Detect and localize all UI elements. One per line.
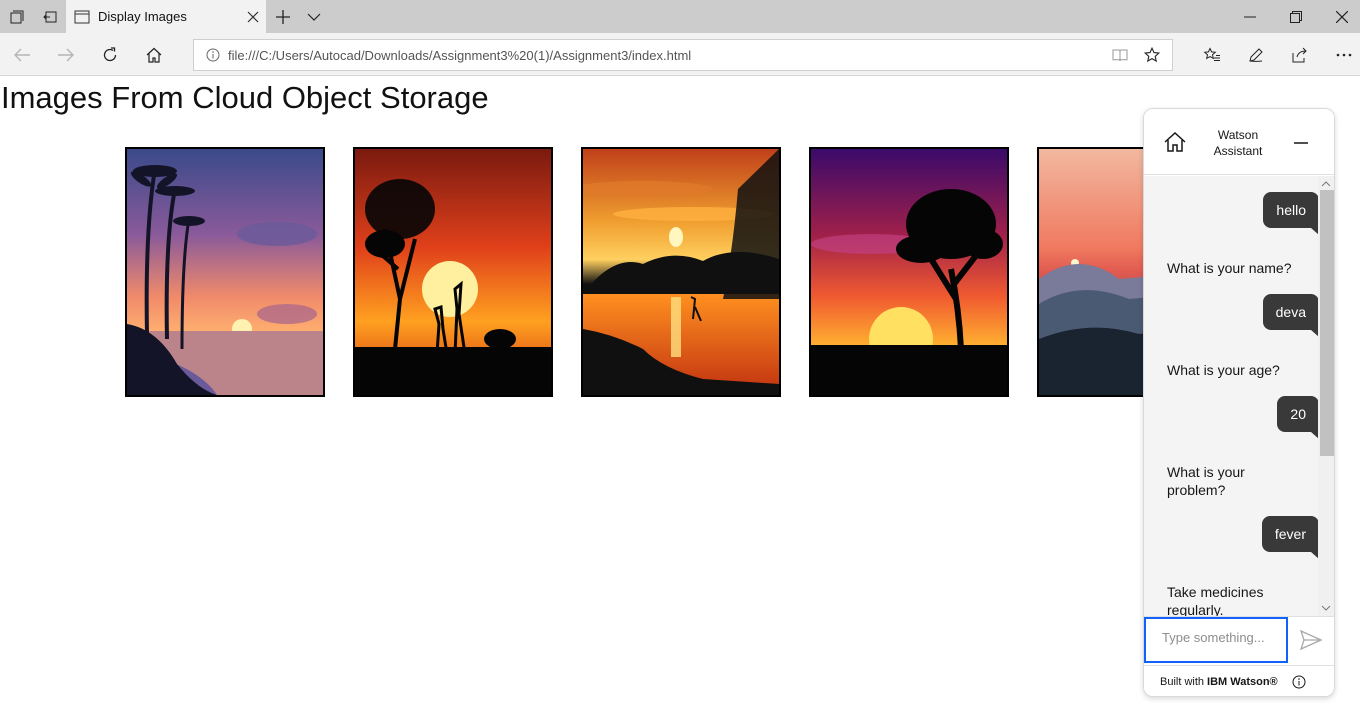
chat-title: Watson Assistant [1206,127,1270,159]
refresh-icon[interactable] [88,33,132,76]
home-icon[interactable] [132,33,176,76]
chevron-down-icon[interactable] [300,0,328,33]
minimize-window-icon[interactable] [1228,0,1272,33]
image-purple-sunset-tree [809,147,1009,397]
scroll-up-icon[interactable] [1318,178,1334,190]
pen-icon[interactable] [1234,33,1278,76]
browser-nav-bar: file:///C:/Users/Autocad/Downloads/Assig… [0,33,1360,76]
share-icon[interactable] [1278,33,1322,76]
image-lake-sunset [581,147,781,397]
page-icon [74,10,90,23]
chat-input-area: Type something... [1144,616,1334,664]
scroll-down-icon[interactable] [1318,602,1334,614]
address-bar[interactable]: file:///C:/Users/Autocad/Downloads/Assig… [193,39,1173,71]
url-text[interactable]: file:///C:/Users/Autocad/Downloads/Assig… [228,48,1112,63]
user-message: hello [1263,192,1319,235]
home-icon[interactable] [1162,129,1188,155]
chat-message-list[interactable]: hello What is your name? deva What is yo… [1144,176,1334,616]
back-arrow-icon[interactable] [0,33,44,76]
browser-tab-bar: Display Images [0,0,1360,33]
info-icon[interactable] [206,48,220,62]
user-message: 20 [1277,396,1319,439]
tabs-aside-icon[interactable] [33,0,66,33]
restore-window-icon[interactable] [1274,0,1318,33]
minimize-chat-button[interactable] [1289,131,1313,155]
bot-message: What is your age? [1167,362,1280,378]
chat-title-line1: Watson [1217,128,1259,142]
footer-brand: IBM Watson® [1207,675,1278,688]
close-tab-icon[interactable] [240,4,266,30]
user-message: deva [1262,294,1320,337]
close-window-icon[interactable] [1320,0,1360,33]
footer-prefix: Built with [1160,675,1205,688]
chat-message-input[interactable]: Type something... [1144,617,1288,663]
image-tropical-sunset [125,147,325,397]
more-options-icon[interactable] [1322,33,1360,76]
chat-footer: Built with IBM Watson® [1144,665,1334,696]
tab-title: Display Images [98,9,187,24]
forward-arrow-icon[interactable] [44,33,88,76]
bot-message: What is your problem? [1167,464,1245,498]
tab-set-aside-icon[interactable] [0,0,33,33]
send-button[interactable] [1298,627,1324,653]
page-title: Images From Cloud Object Storage [1,80,489,115]
user-message: fever [1261,516,1320,559]
minus-icon [1294,142,1308,144]
bot-message: What is your name? [1167,260,1292,276]
watson-assistant-widget: Watson Assistant hello What is your name… [1143,108,1335,697]
chat-scrollbar[interactable] [1318,176,1334,616]
chat-title-line2: Assistant [1213,144,1263,158]
info-icon[interactable] [1292,675,1306,689]
favorite-star-icon[interactable] [1144,47,1160,63]
chat-header: Watson Assistant [1144,109,1334,175]
send-icon [1299,629,1323,651]
favorites-icon[interactable] [1190,33,1234,76]
new-tab-icon[interactable] [268,0,298,33]
tab-display-images[interactable]: Display Images [66,0,266,33]
reading-view-icon[interactable] [1112,48,1128,62]
bot-message: Take medicines regularly. [1167,584,1264,616]
scrollbar-thumb[interactable] [1320,190,1334,456]
image-safari-sunset [353,147,553,397]
